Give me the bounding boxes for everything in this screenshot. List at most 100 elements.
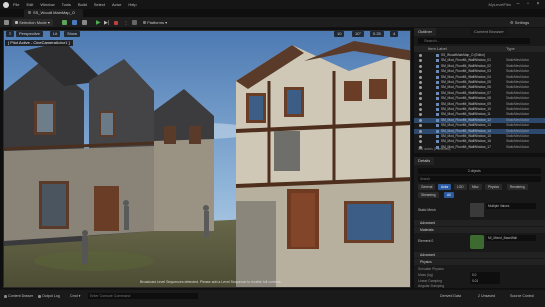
add-actor-icon[interactable]	[62, 19, 67, 26]
play-options-icon[interactable]: ⋮	[124, 19, 128, 26]
material-thumbnail[interactable]	[470, 235, 484, 249]
blueprint-icon[interactable]	[72, 19, 77, 26]
menu-help[interactable]: Help	[128, 2, 136, 7]
tab-content-browser[interactable]: Content Browser	[470, 28, 508, 36]
visibility-icon[interactable]	[419, 118, 422, 122]
material-dropdown[interactable]: MI_Mixed_BaseWall	[486, 235, 536, 241]
level-tab-bar: SS_Woodt MainMap_O	[0, 9, 545, 17]
stop-icon[interactable]	[114, 19, 118, 26]
lit-button[interactable]: Lit	[50, 31, 61, 37]
visibility-icon[interactable]	[419, 86, 422, 90]
static-mesh-label: Static Mesh	[418, 208, 436, 212]
scale-snap-value[interactable]: 0.25	[370, 31, 384, 37]
menu-build[interactable]: Build	[78, 2, 87, 7]
menu-file[interactable]: File	[13, 2, 19, 7]
visibility-icon[interactable]	[419, 75, 422, 79]
visibility-icon[interactable]	[419, 113, 422, 117]
details-search-input[interactable]: Search	[418, 176, 541, 182]
content-drawer-button[interactable]: Content Drawer	[4, 293, 33, 299]
static-mesh-thumbnail[interactable]	[470, 203, 484, 217]
visibility-icon[interactable]	[419, 124, 422, 128]
step-icon[interactable]: ▶|	[104, 19, 109, 26]
section-advanced[interactable]: Advanced	[414, 220, 545, 226]
section-materials[interactable]: Materials	[414, 227, 545, 233]
static-mesh-dropdown[interactable]: Multiple Values	[486, 203, 536, 209]
visibility-icon[interactable]	[419, 91, 422, 95]
visibility-icon[interactable]	[419, 59, 422, 63]
visibility-icon[interactable]	[419, 97, 422, 101]
platforms-button[interactable]: Platforms ▾	[143, 19, 167, 26]
actor-icon	[436, 108, 439, 111]
menu-edit[interactable]: Edit	[26, 2, 33, 7]
cinematics-icon[interactable]	[82, 19, 87, 26]
column-item-label[interactable]: Item Label	[428, 46, 447, 52]
output-log-button[interactable]: Output Log	[38, 293, 60, 299]
actor-icon	[436, 135, 439, 138]
section-advanced-2[interactable]: Advanced	[414, 252, 545, 258]
filter-all[interactable]: All	[444, 192, 454, 198]
visibility-icon[interactable]	[419, 108, 422, 111]
linear-damping-field[interactable]: 0.01	[470, 278, 500, 284]
angular-damping-label: Angular Damping	[418, 284, 445, 288]
mode-dropdown[interactable]: Selection Mode ▾	[12, 19, 53, 26]
visibility-icon[interactable]	[419, 64, 422, 68]
maximize-icon[interactable]: ▫	[525, 1, 531, 7]
filter-actor[interactable]: Actor	[438, 184, 452, 190]
column-type[interactable]: Type	[506, 46, 515, 52]
visibility-icon[interactable]	[419, 54, 422, 57]
menu-tools[interactable]: Tools	[62, 2, 71, 7]
grid-snap-value[interactable]: 10	[334, 31, 345, 37]
level-tab[interactable]: SS_Woodt MainMap_O	[24, 9, 83, 17]
actor-icon	[436, 75, 439, 79]
show-button[interactable]: Show	[64, 31, 81, 37]
filter-physics[interactable]: Physics	[485, 184, 502, 190]
filter-rendering[interactable]: Rendering	[507, 184, 528, 190]
visibility-icon[interactable]	[419, 129, 422, 133]
tab-details[interactable]: Details	[414, 157, 435, 165]
menu-select[interactable]: Select	[94, 2, 105, 7]
static-mesh-value: Multiple Values	[488, 204, 510, 208]
perspective-button[interactable]: Perspective	[16, 31, 43, 37]
actor-icon	[436, 64, 439, 68]
actor-icon	[436, 129, 439, 133]
cmd-label: Cmd	[70, 294, 78, 298]
mode-label: Selection Mode	[19, 20, 47, 25]
visibility-icon[interactable]	[419, 140, 422, 144]
visibility-icon[interactable]	[419, 135, 422, 138]
settings-button[interactable]: ⚙ Settings	[510, 19, 529, 26]
outliner-search-input[interactable]: Search...	[418, 38, 530, 44]
settings-label: Settings	[514, 20, 530, 25]
selection-field[interactable]: 2 objects	[418, 168, 541, 174]
menu-window[interactable]: Window	[40, 2, 54, 7]
save-icon[interactable]	[4, 19, 9, 26]
actor-icon	[436, 81, 439, 84]
filter-general[interactable]: General	[418, 184, 436, 190]
viewport-options-icon[interactable]: ≡	[6, 31, 15, 37]
close-icon[interactable]: ×	[535, 1, 541, 7]
actor-icon	[436, 118, 439, 122]
derived-data-button[interactable]: Derived Data	[440, 293, 461, 299]
actor-icon	[436, 113, 439, 117]
unsaved-button[interactable]: 2 Unsaved	[478, 293, 495, 299]
console-command-input[interactable]: Enter Console Command	[88, 293, 198, 299]
play-icon[interactable]: ▶	[96, 19, 101, 26]
level-viewport[interactable]	[3, 30, 411, 288]
visibility-icon[interactable]	[419, 81, 422, 84]
filter-misc[interactable]: Misc	[469, 184, 482, 190]
minimize-icon[interactable]: –	[515, 1, 521, 7]
source-control-button[interactable]: Source Control	[510, 293, 534, 299]
simulate-physics-label: Simulate Physics	[418, 267, 444, 271]
menu-actor[interactable]: Actor	[112, 2, 121, 7]
pilot-active-label[interactable]: [ Pilot Active - CineCameraActor1 ]	[5, 40, 73, 46]
section-physics[interactable]: Physics	[414, 259, 545, 265]
camera-speed-value[interactable]: 4	[390, 31, 399, 37]
rotation-snap-value[interactable]: 10°	[352, 31, 365, 37]
launch-icon[interactable]	[132, 19, 137, 26]
filter-lod[interactable]: LOD	[454, 184, 467, 190]
filter-streaming[interactable]: Streaming	[418, 192, 439, 198]
visibility-icon[interactable]	[419, 70, 422, 74]
tab-outliner[interactable]: Outliner	[414, 28, 437, 36]
visibility-icon[interactable]	[419, 102, 422, 106]
cmd-dropdown[interactable]: Cmd ▾	[70, 293, 80, 299]
linear-damping-label: Linear Damping	[418, 279, 442, 283]
